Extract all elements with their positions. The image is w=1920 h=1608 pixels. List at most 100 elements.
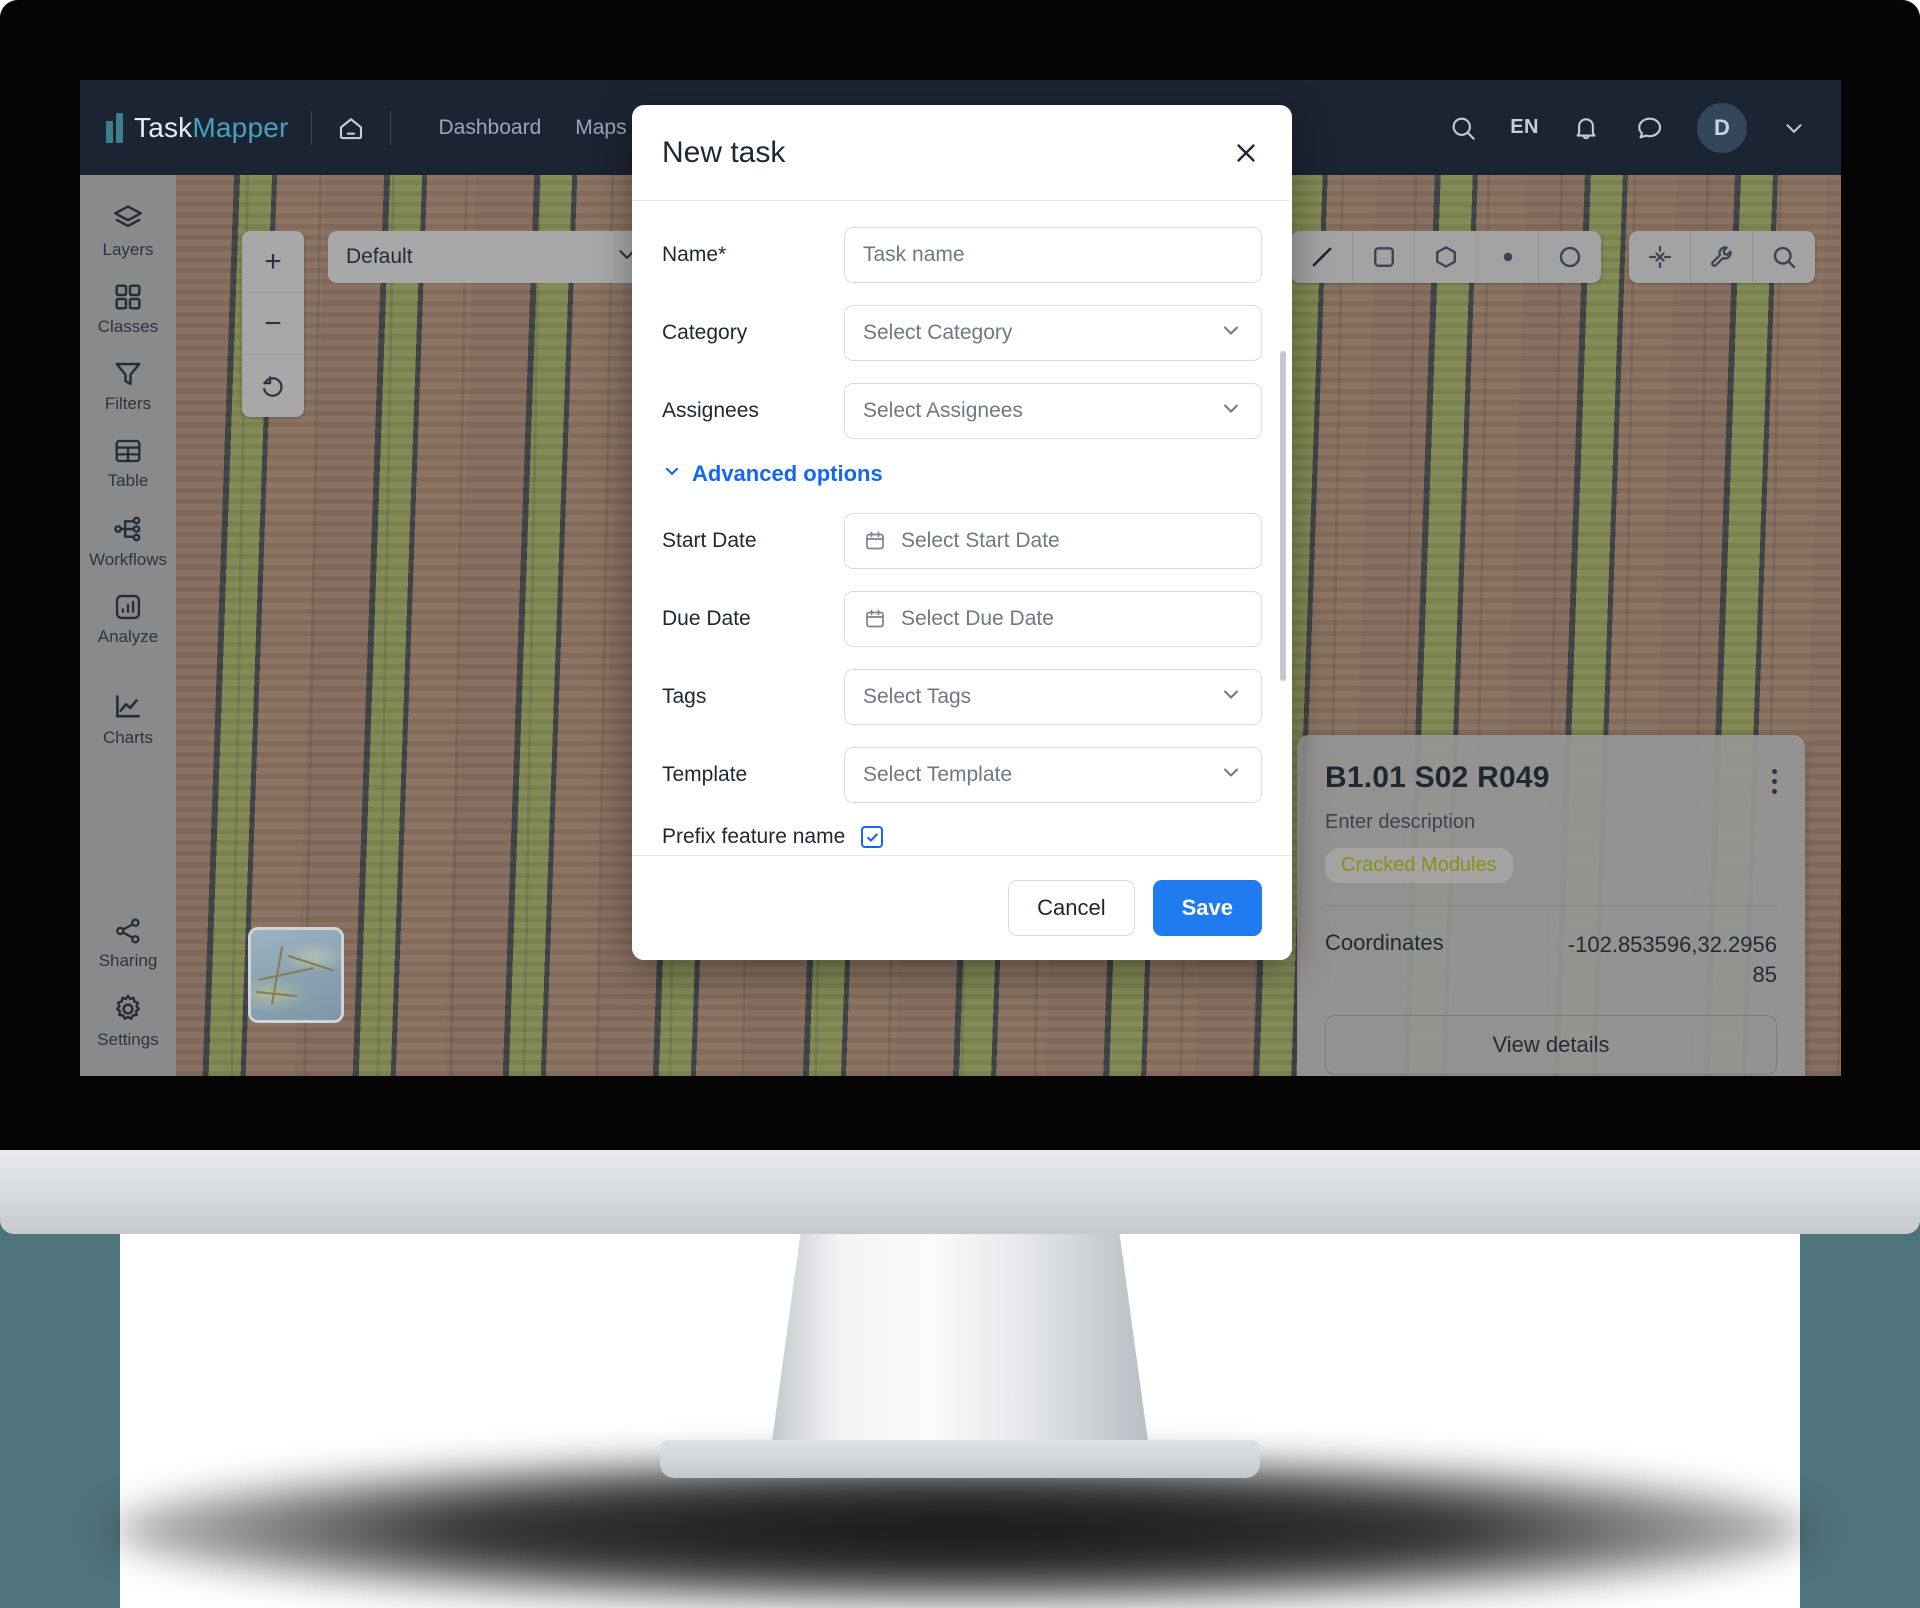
assignees-select[interactable]: Select Assignees: [844, 383, 1262, 439]
modal-title: New task: [662, 135, 786, 169]
template-select[interactable]: Select Template: [844, 747, 1262, 803]
field-row-template: Template Select Template: [662, 747, 1262, 803]
logo-text-secondary: Mapper: [192, 111, 289, 143]
snap-tool-icon[interactable]: [1629, 231, 1691, 283]
field-row-due-date: Due Date Select Due Date: [662, 591, 1262, 647]
calendar-icon: [863, 607, 887, 631]
sidebar-item-layers[interactable]: Layers: [80, 193, 176, 266]
chart-line-icon: [111, 690, 145, 724]
sidebar-item-workflows[interactable]: Workflows: [80, 503, 176, 576]
due-date-label: Due Date: [662, 607, 751, 630]
tags-label: Tags: [662, 685, 707, 708]
monitor-stand-neck: [770, 1234, 1150, 1456]
logo-text-primary: Task: [134, 111, 193, 143]
header-divider-1: [310, 110, 312, 145]
tags-select[interactable]: Select Tags: [844, 669, 1262, 725]
close-icon[interactable]: [1230, 137, 1262, 169]
rectangle-tool-icon[interactable]: [1353, 231, 1415, 283]
feature-coordinates-row: Coordinates -102.853596,32.295685: [1325, 930, 1777, 989]
minimap-thumbnail[interactable]: [248, 927, 344, 1023]
sidebar-item-analyze[interactable]: Analyze: [80, 582, 176, 653]
start-date-input[interactable]: Select Start Date: [844, 513, 1262, 569]
template-label: Template: [662, 763, 748, 786]
nav-item-maps[interactable]: Maps: [575, 116, 626, 140]
modal-scrollbar[interactable]: [1280, 351, 1286, 681]
left-sidebar: Layers Classes Filters Table Workflows A…: [80, 175, 176, 1076]
basemap-select[interactable]: Default: [328, 231, 658, 283]
sidebar-item-sharing[interactable]: Sharing: [80, 906, 176, 977]
layers-icon: [111, 202, 145, 236]
chat-bubble-icon[interactable]: [1633, 111, 1667, 145]
app-logo[interactable]: TaskMapper: [98, 112, 289, 144]
sidebar-item-label: Sharing: [98, 951, 158, 970]
advanced-options-label: Advanced options: [692, 461, 883, 486]
language-selector[interactable]: EN: [1510, 116, 1539, 139]
chevron-down-icon: [1219, 760, 1243, 790]
funnel-icon: [112, 358, 144, 390]
save-button[interactable]: Save: [1152, 880, 1262, 936]
circle-tool-icon[interactable]: [1539, 231, 1601, 283]
cancel-button[interactable]: Cancel: [1008, 880, 1135, 936]
prefix-feature-name-label: Prefix feature name: [662, 825, 846, 848]
feature-description[interactable]: Enter description: [1325, 811, 1777, 834]
sidebar-item-classes[interactable]: Classes: [80, 272, 176, 343]
due-date-input[interactable]: Select Due Date: [844, 591, 1262, 647]
chevron-down-icon: [1219, 682, 1243, 712]
more-options-icon[interactable]: [1772, 761, 1777, 794]
advanced-options-toggle[interactable]: Advanced options: [662, 461, 1262, 487]
assignees-label: Assignees: [662, 399, 759, 422]
map-zoom-controls: + −: [242, 231, 304, 417]
map-util-toolbar: [1629, 231, 1815, 283]
task-name-placeholder: Task name: [863, 243, 965, 266]
line-tool-icon[interactable]: [1291, 231, 1353, 283]
sidebar-item-label: Analyze: [97, 627, 159, 646]
sidebar-item-settings[interactable]: Settings: [80, 983, 176, 1056]
sidebar-item-label: Layers: [102, 240, 154, 259]
sidebar-item-label: Charts: [102, 728, 154, 747]
new-task-modal: New task Name* Task name Category Select…: [632, 105, 1292, 960]
polygon-tool-icon[interactable]: [1415, 231, 1477, 283]
start-date-placeholder: Select Start Date: [901, 529, 1060, 552]
point-tool-icon[interactable]: [1477, 231, 1539, 283]
feature-info-card: B1.01 S02 R049 Enter description Cracked…: [1297, 735, 1805, 1076]
feature-title: B1.01 S02 R049: [1325, 761, 1550, 794]
prefix-feature-name-row: Prefix feature name: [662, 825, 1262, 849]
workflow-icon: [111, 512, 145, 546]
prefix-feature-name-checkbox[interactable]: [861, 826, 884, 848]
header-nav: Dashboard Maps: [439, 116, 627, 140]
chevron-down-icon[interactable]: [1777, 111, 1811, 145]
zoom-in-button[interactable]: +: [242, 231, 304, 293]
sidebar-item-label: Settings: [97, 1030, 159, 1049]
template-placeholder: Select Template: [863, 763, 1013, 786]
sidebar-item-label: Filters: [104, 394, 152, 413]
avatar[interactable]: D: [1697, 102, 1747, 153]
logo-bars-icon: [106, 112, 123, 143]
table-icon: [112, 435, 144, 467]
gear-icon: [111, 992, 145, 1026]
nav-item-dashboard[interactable]: Dashboard: [439, 116, 542, 140]
grid-icon: [112, 281, 144, 313]
reset-rotation-icon[interactable]: [242, 355, 304, 417]
screenshot-root: TaskMapper Dashboard Maps EN D Layers Cl…: [0, 0, 1920, 1608]
search-icon[interactable]: [1753, 231, 1815, 283]
basemap-select-value: Default: [346, 245, 413, 268]
sidebar-item-label: Classes: [97, 317, 159, 336]
sidebar-item-table[interactable]: Table: [80, 426, 176, 497]
field-row-name: Name* Task name: [662, 227, 1262, 283]
zoom-out-button[interactable]: −: [242, 293, 304, 355]
field-row-start-date: Start Date Select Start Date: [662, 513, 1262, 569]
home-icon[interactable]: [334, 111, 368, 145]
view-details-button[interactable]: View details: [1325, 1015, 1777, 1076]
assignees-placeholder: Select Assignees: [863, 399, 1023, 422]
sidebar-item-filters[interactable]: Filters: [80, 349, 176, 420]
sidebar-item-charts[interactable]: Charts: [80, 681, 176, 754]
feature-card-divider: [1325, 905, 1777, 906]
search-icon[interactable]: [1446, 111, 1480, 145]
category-select[interactable]: Select Category: [844, 305, 1262, 361]
logo-text: TaskMapper: [134, 112, 289, 144]
bell-icon[interactable]: [1569, 111, 1603, 145]
wrench-icon[interactable]: [1691, 231, 1753, 283]
share-icon: [112, 915, 144, 947]
task-name-input[interactable]: Task name: [844, 227, 1262, 283]
map-draw-toolbar: [1291, 231, 1601, 283]
